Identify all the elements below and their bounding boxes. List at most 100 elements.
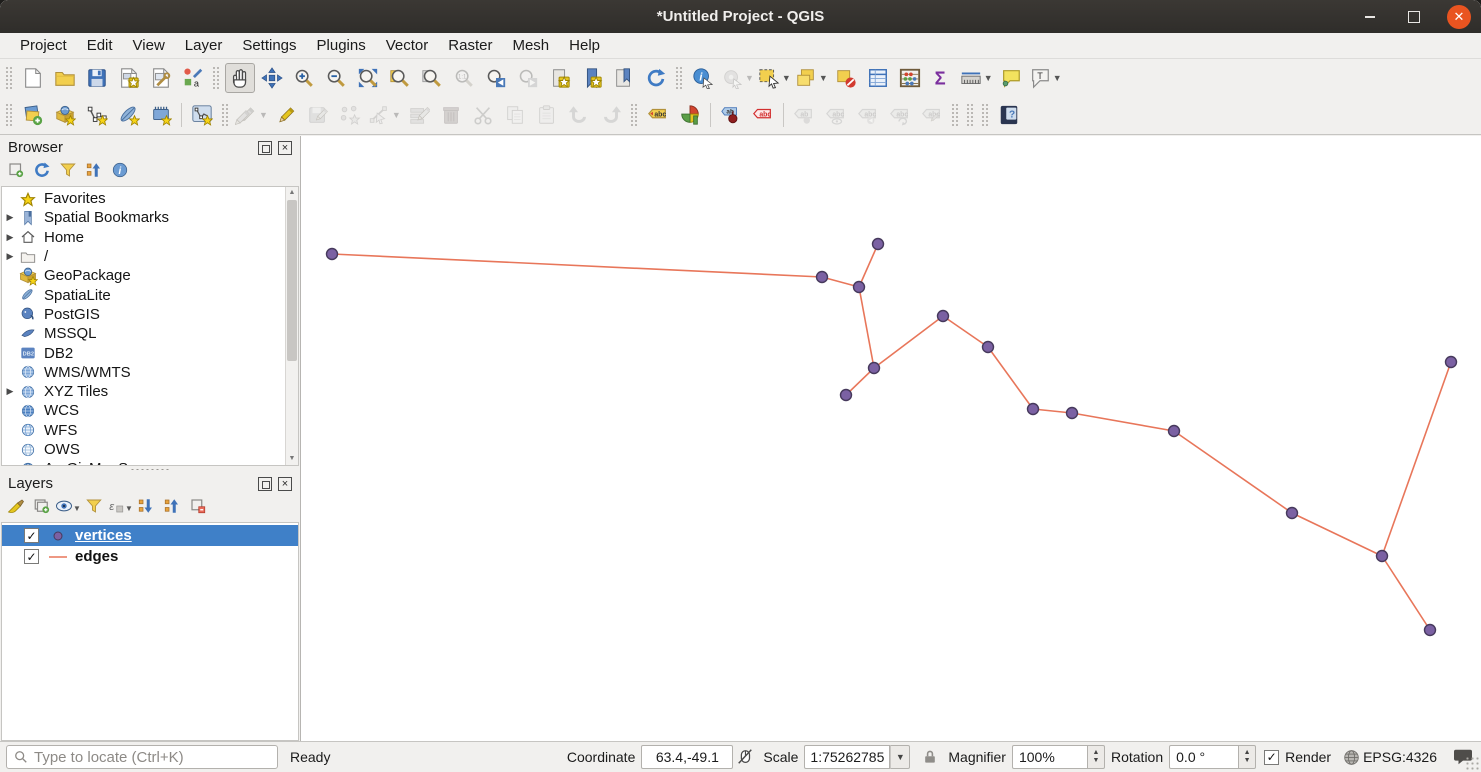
add-group-button[interactable] <box>30 497 54 521</box>
text-annotation-button[interactable]: T ▼ <box>1028 63 1063 93</box>
enable-properties-widget-button[interactable]: i <box>108 161 132 185</box>
maximize-button[interactable] <box>1403 6 1425 28</box>
close-button[interactable]: ✕ <box>1447 4 1471 29</box>
scroll-down-icon[interactable]: ▼ <box>286 453 298 465</box>
rotation-spin-icons[interactable]: ▲ ▼ <box>1239 745 1257 769</box>
dropdown-arrow-icon[interactable]: ▼ <box>73 504 81 513</box>
magnifier-spin-icons[interactable]: ▲ ▼ <box>1087 745 1105 769</box>
zoom-in-button[interactable] <box>289 63 319 93</box>
dropdown-arrow-icon[interactable]: ▼ <box>745 73 754 83</box>
open-layer-styling-button[interactable] <box>4 497 28 521</box>
statistical-summary-button[interactable] <box>895 63 925 93</box>
menu-view[interactable]: View <box>123 35 175 56</box>
filter-by-expression-button[interactable]: ε ▼ <box>108 497 133 521</box>
rotation-spinbox[interactable]: 0.0 ° ▲ ▼ <box>1169 745 1257 769</box>
zoom-out-button[interactable] <box>321 63 351 93</box>
measure-button[interactable]: ▼ <box>959 63 994 93</box>
menu-plugins[interactable]: Plugins <box>307 35 376 56</box>
expand-all-layers-button[interactable] <box>134 497 158 521</box>
show-layout-manager-button[interactable] <box>146 63 176 93</box>
new-virtual-layer-button[interactable] <box>187 100 217 130</box>
magnifier-value[interactable]: 100% <box>1011 745 1088 769</box>
layer-labeling-options-button[interactable]: abc <box>643 100 673 130</box>
help-button[interactable]: ? <box>994 100 1024 130</box>
dropdown-arrow-icon[interactable]: ▼ <box>782 73 791 83</box>
magnifier-spinbox[interactable]: 100% ▲ ▼ <box>1011 745 1105 769</box>
refresh-map-button[interactable] <box>641 63 671 93</box>
browser-item-xyz-tiles[interactable]: ▶ XYZ Tiles <box>2 382 298 401</box>
browser-item--[interactable]: ▶ / <box>2 247 298 266</box>
dropdown-arrow-icon[interactable]: ▼ <box>819 73 828 83</box>
dropdown-arrow-icon[interactable]: ▼ <box>392 110 401 120</box>
highlight-pinned-labels-button[interactable]: abc <box>748 100 778 130</box>
menu-edit[interactable]: Edit <box>77 35 123 56</box>
browser-item-favorites[interactable]: Favorites <box>2 189 298 208</box>
remove-layer-button[interactable] <box>186 497 210 521</box>
expand-arrow-icon[interactable]: ▶ <box>2 212 18 223</box>
open-project-button[interactable] <box>50 63 80 93</box>
menu-help[interactable]: Help <box>559 35 610 56</box>
locate-input[interactable]: Type to locate (Ctrl+K) <box>6 745 278 769</box>
browser-float-icon[interactable] <box>258 140 272 155</box>
extents-toggle-icon[interactable] <box>733 745 757 769</box>
new-print-layout-button[interactable] <box>114 63 144 93</box>
save-project-button[interactable] <box>82 63 112 93</box>
browser-item-geopackage[interactable]: GeoPackage <box>2 266 298 286</box>
layer-visibility-checkbox[interactable]: ✓ <box>24 528 39 543</box>
menu-mesh[interactable]: Mesh <box>502 35 559 56</box>
layer-item-vertices[interactable]: ✓ vertices <box>2 525 298 546</box>
deselect-features-button[interactable] <box>831 63 861 93</box>
browser-item-home[interactable]: ▶ Home <box>2 228 298 247</box>
rotation-value[interactable]: 0.0 ° <box>1169 745 1240 769</box>
dropdown-arrow-icon[interactable]: ▼ <box>1053 73 1062 83</box>
menu-vector[interactable]: Vector <box>376 35 439 56</box>
open-data-source-manager-button[interactable] <box>18 100 48 130</box>
toggle-editing-button[interactable] <box>271 100 301 130</box>
new-spatial-bookmark-button[interactable] <box>545 63 575 93</box>
scale-value[interactable]: 1:75262785 <box>804 745 891 769</box>
layers-close-icon[interactable]: × <box>278 476 292 491</box>
new-temporary-scratch-layer-button[interactable] <box>146 100 176 130</box>
collapse-all-layers-button[interactable] <box>160 497 184 521</box>
crs-status[interactable]: EPSG:4326 <box>1363 749 1437 765</box>
zoom-full-button[interactable] <box>353 63 383 93</box>
menu-project[interactable]: Project <box>10 35 77 56</box>
browser-item-arcgismapserver[interactable]: ArcGisMapServer <box>2 459 298 465</box>
browser-close-icon[interactable]: × <box>278 140 292 155</box>
collapse-all-button[interactable] <box>82 161 106 185</box>
show-spatial-bookmarks-button[interactable] <box>577 63 607 93</box>
refresh-browser-button[interactable] <box>30 161 54 185</box>
filter-legend-button[interactable] <box>82 497 106 521</box>
identify-features-button[interactable]: i <box>688 63 718 93</box>
new-shapefile-layer-button[interactable] <box>82 100 112 130</box>
browser-item-spatialite[interactable]: SpatiaLite <box>2 285 298 304</box>
browser-item-spatial-bookmarks[interactable]: ▶ Spatial Bookmarks <box>2 208 298 227</box>
render-check-icon[interactable]: ✓ <box>1264 749 1280 765</box>
pan-to-selection-button[interactable] <box>257 63 287 93</box>
scale-combo[interactable]: 1:75262785 ▼ <box>804 745 911 769</box>
new-geopackage-layer-button[interactable] <box>50 100 80 130</box>
browser-item-wms-wmts[interactable]: WMS/WMTS <box>2 363 298 382</box>
map-tips-button[interactable] <box>996 63 1026 93</box>
browser-item-ows[interactable]: OWS <box>2 440 298 459</box>
dropdown-arrow-icon[interactable]: ▼ <box>259 110 268 120</box>
browser-item-db2[interactable]: DB2 DB2 <box>2 343 298 362</box>
zoom-last-button[interactable] <box>481 63 511 93</box>
open-attribute-table-button[interactable] <box>863 63 893 93</box>
menu-settings[interactable]: Settings <box>232 35 306 56</box>
menu-layer[interactable]: Layer <box>175 35 233 56</box>
select-features-by-value-button[interactable]: ▼ <box>794 63 829 93</box>
pin-unpin-labels-button[interactable]: ab <box>716 100 746 130</box>
dropdown-arrow-icon[interactable]: ▼ <box>984 73 993 83</box>
new-spatialite-layer-button[interactable] <box>114 100 144 130</box>
zoom-to-layer-button[interactable] <box>417 63 447 93</box>
minimize-button[interactable] <box>1359 6 1381 28</box>
lock-scale-icon[interactable] <box>918 745 942 769</box>
browser-item-mssql[interactable]: MSSQL <box>2 324 298 343</box>
layer-visibility-checkbox[interactable]: ✓ <box>24 549 39 564</box>
browser-item-wcs[interactable]: WCS <box>2 401 298 420</box>
zoom-to-selection-button[interactable] <box>385 63 415 93</box>
expand-arrow-icon[interactable]: ▶ <box>2 251 18 262</box>
style-manager-button[interactable]: a <box>178 63 208 93</box>
scale-dropdown-icon[interactable]: ▼ <box>890 745 911 769</box>
